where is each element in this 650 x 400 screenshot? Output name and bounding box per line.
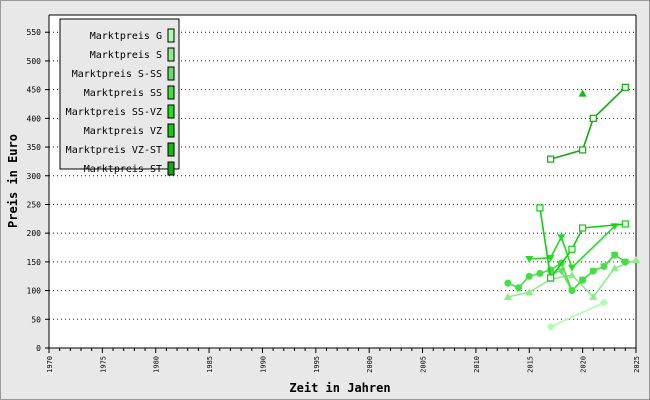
data-point-square	[547, 155, 555, 163]
legend-entry-label: Marktpreis ST	[84, 164, 162, 175]
data-point-circle	[600, 262, 608, 270]
x-tick-label: 1970	[46, 356, 54, 373]
legend-swatch	[167, 47, 175, 62]
data-point-circle	[525, 272, 533, 280]
y-axis-label: Preis in Euro	[6, 134, 20, 228]
x-tick-label: 1985	[206, 356, 214, 373]
y-tick-label: 0	[36, 344, 41, 353]
x-tick-label: 2025	[633, 356, 641, 373]
x-tick-label: 2005	[420, 356, 428, 373]
legend-entry-label: Marktpreis VZ	[84, 126, 162, 137]
legend-swatch	[167, 123, 175, 138]
x-tick-label: 1995	[313, 356, 321, 373]
legend-entry-label: Marktpreis SS-VZ	[66, 107, 162, 118]
y-tick-label: 500	[27, 57, 42, 66]
data-point-circle	[589, 267, 597, 275]
legend-swatch	[167, 161, 175, 176]
legend-entry-label: Marktpreis SS	[84, 88, 162, 99]
y-tick-label: 250	[27, 200, 42, 209]
legend-swatch	[167, 104, 175, 119]
legend-swatch	[167, 142, 175, 157]
data-point-circle	[621, 258, 629, 266]
y-tick-label: 300	[27, 172, 42, 181]
legend-entry-label: Marktpreis S	[90, 50, 162, 61]
data-point-circle	[579, 276, 587, 284]
legend-entry-label: Marktpreis S-SS	[72, 69, 162, 80]
y-tick-label: 400	[27, 114, 42, 123]
y-tick-label: 50	[31, 315, 41, 324]
legend: Marktpreis G Marktpreis S Marktpreis S-SS M…	[59, 18, 180, 176]
data-point-square	[579, 146, 587, 154]
data-point-circle	[568, 287, 576, 295]
data-point-square	[536, 204, 544, 212]
data-point-square	[579, 224, 587, 232]
data-point-square	[589, 114, 597, 122]
y-tick-label: 150	[27, 258, 42, 267]
y-tick-label: 100	[27, 287, 42, 296]
x-tick-label: 2015	[526, 356, 534, 373]
x-tick-label: 2000	[366, 356, 374, 373]
price-chart: 0 50 100 150 200 250 300 350 400 450 500 550 1970 197…	[6, 14, 641, 395]
legend-entry-label: Marktpreis G	[90, 31, 162, 42]
x-tick-label: 1975	[99, 356, 107, 373]
legend-entry-label: Marktpreis VZ-ST	[66, 145, 162, 156]
y-tick-label: 350	[27, 143, 42, 152]
data-point-circle	[504, 279, 512, 287]
data-point-square	[621, 220, 629, 228]
x-tick-label: 1990	[259, 356, 267, 373]
legend-swatch	[167, 66, 175, 81]
data-point-square	[621, 83, 629, 91]
data-point-circle	[536, 269, 544, 277]
x-axis-label: Zeit in Jahren	[289, 381, 390, 395]
x-tick-label: 1980	[153, 356, 161, 373]
y-tick-label: 200	[27, 229, 42, 238]
legend-swatch	[167, 28, 175, 43]
y-tick-label: 550	[27, 28, 42, 37]
data-point-circle	[611, 251, 619, 259]
data-point-circle	[515, 284, 523, 292]
legend-swatch	[167, 85, 175, 100]
data-point-square	[547, 274, 555, 282]
x-tick-label: 2020	[580, 356, 588, 373]
x-tick-label: 2010	[473, 356, 481, 373]
y-tick-label: 450	[27, 86, 42, 95]
data-point-square	[568, 245, 576, 253]
